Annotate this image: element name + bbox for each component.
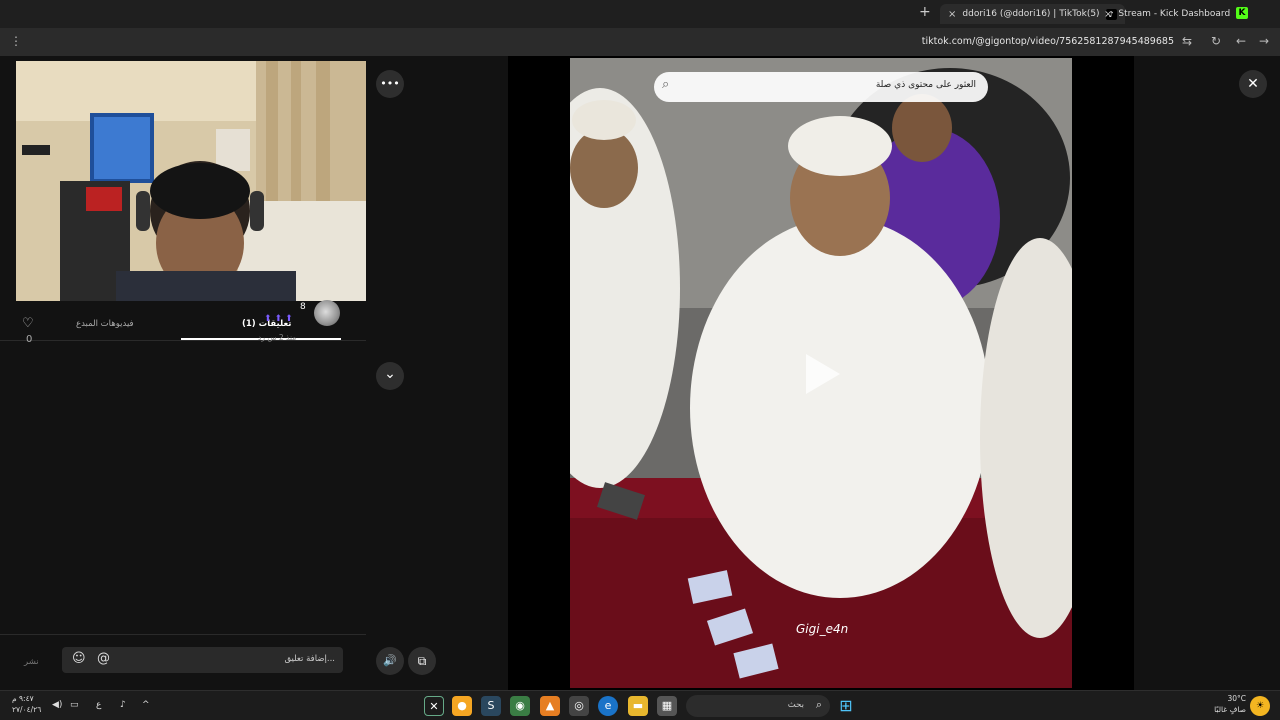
weather-desc: صافٍ غالبًا <box>1214 705 1246 714</box>
search-icon: ⌕ <box>815 698 822 711</box>
edge-icon[interactable]: e <box>598 696 618 716</box>
comment-input[interactable]: ☺ @ إضافة تعليق... <box>62 647 343 673</box>
close-button[interactable]: ✕ <box>1239 70 1267 98</box>
more-options-button[interactable]: ••• <box>376 70 404 98</box>
video-watermark: Gigi_e4n <box>796 622 849 636</box>
play-icon[interactable] <box>806 354 840 394</box>
comment-text: ⬆⬆⬆ <box>264 314 296 324</box>
clock-date: ٢٧/٠٤/٢٦ <box>12 705 42 714</box>
emoji-icon[interactable]: ☺ <box>72 651 86 666</box>
webcam-overlay <box>16 61 368 301</box>
comment-username[interactable]: 8 <box>300 302 306 312</box>
url-text[interactable]: tiktok.com/@gigontop/video/7562581287945… <box>922 36 1174 47</box>
video-area: ⌕ العثور على محتوى ذي صلة Gigi_e4n ••• ✕… <box>366 56 1280 690</box>
taskbar-search-placeholder: بحث <box>787 700 804 710</box>
address-bar[interactable]: ⋮ tiktok.com/@gigontop/video/75625812879… <box>0 28 1280 56</box>
clock[interactable]: ٩:٤٧ م ٢٧/٠٤/٢٦ <box>12 693 41 715</box>
tab-tiktok-label: ddori16 (@ddori16) | TikTok(5) <box>962 9 1100 19</box>
pip-button[interactable]: ⧉ <box>408 647 436 675</box>
site-settings-icon[interactable]: ⇆ <box>1182 34 1192 48</box>
weather-widget[interactable]: 30°C صافٍ غالبًا <box>1206 693 1246 715</box>
menu-icon[interactable]: ⋮ <box>10 34 22 48</box>
kick-icon: K <box>1236 7 1248 19</box>
obs-icon[interactable]: ◎ <box>569 696 589 716</box>
avatar[interactable] <box>314 300 340 326</box>
tab-kick-dashboard[interactable]: × Stream - Kick Dashboard <box>1096 4 1238 24</box>
related-search-input[interactable]: ⌕ العثور على محتوى ذي صلة <box>654 72 988 102</box>
network-icon[interactable]: ▭ <box>70 700 79 710</box>
new-tab-button[interactable]: + <box>919 4 931 20</box>
heart-icon[interactable]: ♡ <box>22 316 34 331</box>
file-explorer-icon[interactable]: ▬ <box>628 696 648 716</box>
volume-tray-icon[interactable]: ◀) <box>52 700 62 710</box>
clock-time: ٩:٤٧ م <box>12 694 34 703</box>
tab-creator-videos[interactable]: فيديوهات المبدع <box>76 319 134 329</box>
like-count: 0 <box>26 334 33 345</box>
taskbar: ٩:٤٧ م ٢٧/٠٤/٢٦ ◀) ▭ ع ♪ ^ ✕ ● S ◉ ▲ ◎ e… <box>0 690 1280 720</box>
search-icon: ⌕ <box>662 77 670 92</box>
comments-panel: فيديوهات المبدع (1) تعليقات 8 ⬆⬆⬆ منذ 2 … <box>0 56 368 690</box>
weather-icon[interactable]: ☀ <box>1250 696 1270 716</box>
taskbar-search[interactable]: بحث ⌕ <box>686 695 830 717</box>
screen: + × ddori16 (@ddori16) | TikTok(5) ♪ × S… <box>0 0 1280 720</box>
search-placeholder: العثور على محتوى ذي صلة <box>875 80 976 90</box>
app-icon[interactable]: ● <box>452 696 472 716</box>
xbox-app-icon[interactable]: ✕ <box>424 696 444 716</box>
steam-icon[interactable]: S <box>481 696 501 716</box>
comment-meta[interactable]: منذ 2 س رد <box>258 333 296 342</box>
reload-icon[interactable]: ↻ <box>1211 34 1221 48</box>
language-indicator[interactable]: ع <box>96 700 101 710</box>
weather-temp: 30°C <box>1227 694 1246 703</box>
tab-kick-label: Stream - Kick Dashboard <box>1118 9 1231 19</box>
forward-icon[interactable]: → <box>1259 34 1269 48</box>
comment-composer: نشر ☺ @ إضافة تعليق... <box>0 634 366 690</box>
close-tab-icon[interactable]: × <box>948 9 956 20</box>
app-icon-2[interactable]: ◉ <box>510 696 530 716</box>
next-video-button[interactable]: ⌄ <box>376 362 404 390</box>
mention-icon[interactable]: @ <box>97 651 110 666</box>
post-button[interactable]: نشر <box>24 657 39 667</box>
app-icon-3[interactable]: ▦ <box>657 696 677 716</box>
comment-placeholder: إضافة تعليق... <box>284 654 335 664</box>
vlc-icon[interactable]: ▲ <box>540 696 560 716</box>
volume-button[interactable]: 🔊 <box>376 647 404 675</box>
microphone-icon[interactable]: ♪ <box>120 700 126 710</box>
back-icon[interactable]: ← <box>1236 34 1246 48</box>
panel-tabs: فيديوهات المبدع (1) تعليقات <box>0 311 366 341</box>
close-tab-icon[interactable]: × <box>1104 9 1112 20</box>
browser-tab-bar: + × ddori16 (@ddori16) | TikTok(5) ♪ × S… <box>0 0 1280 28</box>
windows-start-icon[interactable]: ⊞ <box>836 696 856 716</box>
tray-overflow-icon[interactable]: ^ <box>142 700 150 710</box>
